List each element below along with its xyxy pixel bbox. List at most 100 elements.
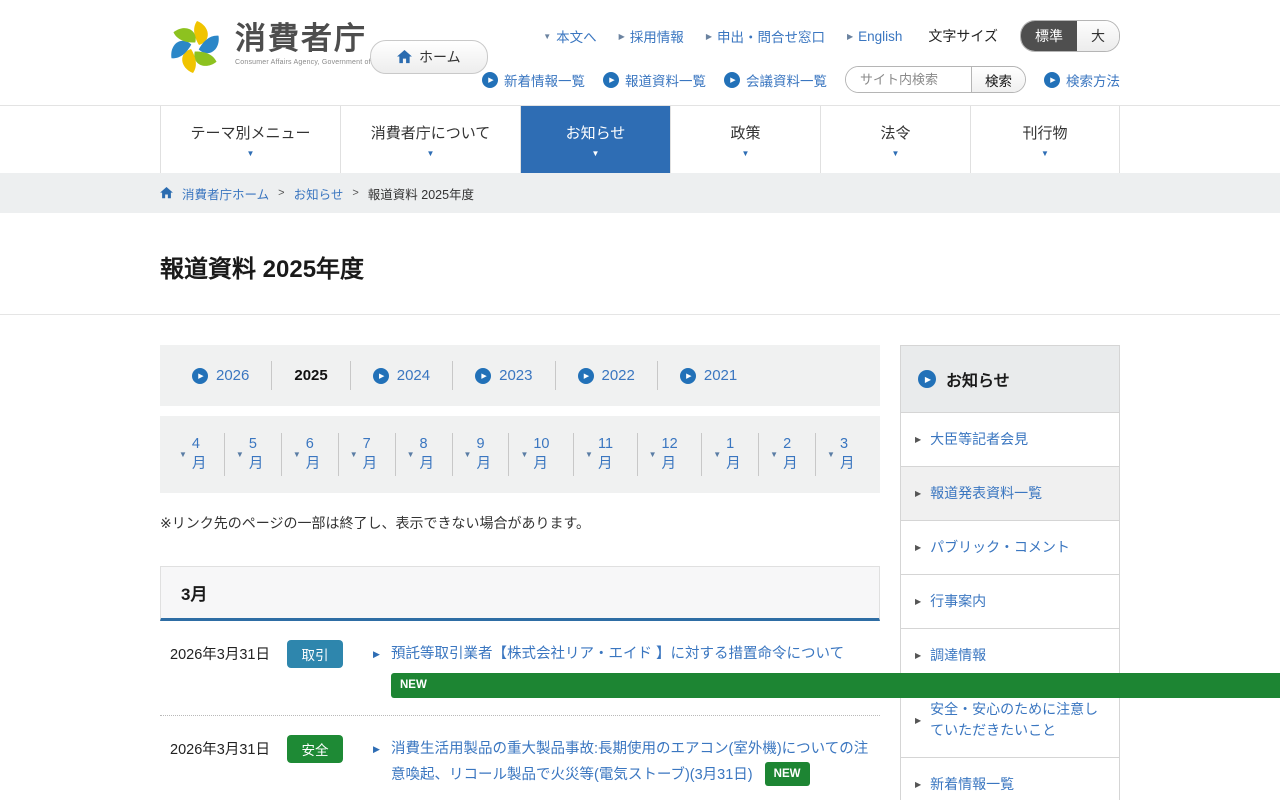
chevron-down-icon: ▼ [892,149,900,158]
triangle-down-icon: ▼ [520,450,528,459]
breadcrumb-news-link[interactable]: お知らせ [294,184,344,203]
month-link-4[interactable]: ▼4月 [168,433,224,476]
article-date: 2026年3月31日 [170,735,287,789]
year-tab-2022[interactable]: ▶ 2022 [555,361,657,390]
year-tab-2025-current: 2025 [271,361,349,390]
contact-link[interactable]: ▶ 申出・問合せ窓口 [706,26,825,46]
sidebar-item-press-release-list[interactable]: ▶ 報道発表資料一覧 [901,466,1119,520]
nav-publications[interactable]: 刊行物 ▼ [970,106,1120,173]
triangle-down-icon: ▼ [649,450,657,459]
triangle-down-icon: ▼ [543,32,551,41]
utility-nav: ▼ 本文へ ▶ 採用情報 ▶ 申出・問合せ窓口 ▶ English 文字サイズ … [543,20,1120,52]
sidebar-item-whats-new[interactable]: ▶ 新着情報一覧 [901,757,1119,800]
play-circle-icon: ▶ [603,72,619,88]
english-link[interactable]: ▶ English [847,29,902,44]
triangle-right-icon: ▶ [373,742,380,758]
divider [0,314,1280,315]
play-circle-icon: ▶ [724,72,740,88]
play-circle-icon: ▶ [482,72,498,88]
play-circle-icon: ▶ [918,370,936,388]
triangle-down-icon: ▼ [713,450,721,459]
chevron-down-icon: ▼ [427,149,435,158]
meeting-materials-list-link[interactable]: ▶ 会議資料一覧 [724,70,827,90]
month-link-5[interactable]: ▼5月 [224,433,281,476]
month-link-10[interactable]: ▼10月 [508,433,573,476]
sidebar-item-public-comment[interactable]: ▶ パブリック・コメント [901,520,1119,574]
month-link-2[interactable]: ▼2月 [758,433,815,476]
play-circle-icon: ▶ [373,368,389,384]
site-search: 検索 [845,66,1026,93]
category-badge-transaction: 取引 [287,640,343,668]
triangle-down-icon: ▼ [464,450,472,459]
article-date: 2026年3月31日 [170,640,287,698]
recruit-link[interactable]: ▶ 採用情報 [619,26,684,46]
breadcrumb-home-link[interactable]: 消費者庁ホーム [182,184,269,203]
agency-logo[interactable]: 消費者庁 Consumer Affairs Agency, Government… [165,16,393,78]
page-title: 報道資料 2025年度 [160,249,1120,284]
skip-to-content-link[interactable]: ▼ 本文へ [543,26,596,46]
month-link-9[interactable]: ▼9月 [452,433,509,476]
nav-news[interactable]: お知らせ ▼ [520,106,670,173]
agency-name: 消費者庁 [235,22,393,56]
triangle-down-icon: ▼ [179,450,187,459]
triangle-right-icon: ▶ [619,32,625,41]
month-link-12[interactable]: ▼12月 [637,433,702,476]
font-size-normal-button[interactable]: 標準 [1021,21,1077,51]
news-sidebar: ▶ お知らせ ▶ 大臣等記者会見 ▶ 報道発表資料一覧 ▶ パブリック・コメント… [900,345,1120,800]
font-size-label: 文字サイズ [928,26,998,46]
month-link-7[interactable]: ▼7月 [338,433,395,476]
play-circle-icon: ▶ [1044,72,1060,88]
triangle-right-icon: ▶ [915,489,921,498]
whats-new-list-link[interactable]: ▶ 新着情報一覧 [482,70,585,90]
year-tabs: ▶ 2026 2025 ▶ 2024 ▶ 2023 ▶ 2022 ▶ 2021 [160,345,880,406]
press-release-list-link[interactable]: ▶ 報道資料一覧 [603,70,706,90]
search-button[interactable]: 検索 [971,67,1025,92]
disclaimer-note: ※リンク先のページの一部は終了し、表示できない場合があります。 [160,513,880,533]
month-link-11[interactable]: ▼11月 [573,433,637,476]
category-badge-safety: 安全 [287,735,343,763]
triangle-right-icon: ▶ [706,32,712,41]
new-badge: NEW [391,673,1280,697]
chevron-down-icon: ▼ [742,149,750,158]
home-icon [397,50,412,64]
home-icon [160,187,173,199]
year-tab-2026[interactable]: ▶ 2026 [170,361,271,390]
article-body: ▶ 消費生活用製品の重大製品事故:長期使用のエアコン(室外機)についての注意喚起… [371,735,870,789]
site-header: 消費者庁 Consumer Affairs Agency, Government… [0,0,1280,105]
nav-about-caa[interactable]: 消費者庁について ▼ [340,106,520,173]
triangle-right-icon: ▶ [915,543,921,552]
triangle-down-icon: ▼ [236,450,244,459]
triangle-right-icon: ▶ [847,32,853,41]
year-tab-2021[interactable]: ▶ 2021 [657,361,759,390]
sidebar-item-press-conference[interactable]: ▶ 大臣等記者会見 [901,412,1119,466]
chevron-down-icon: ▼ [247,149,255,158]
month-links: ▼4月 ▼5月 ▼6月 ▼7月 ▼8月 ▼9月 ▼10月 ▼11月 ▼12月 ▼… [160,416,880,493]
month-link-3[interactable]: ▼3月 [815,433,872,476]
month-link-6[interactable]: ▼6月 [281,433,338,476]
new-badge: NEW [765,762,810,786]
search-input[interactable] [846,67,971,92]
year-tab-2024[interactable]: ▶ 2024 [350,361,452,390]
pinwheel-logo-icon [165,16,225,78]
triangle-right-icon: ▶ [915,435,921,444]
font-size-large-button[interactable]: 大 [1077,21,1119,51]
sidebar-item-events[interactable]: ▶ 行事案内 [901,574,1119,628]
play-circle-icon: ▶ [578,368,594,384]
nav-policy[interactable]: 政策 ▼ [670,106,820,173]
breadcrumb-bar: 消費者庁ホーム > お知らせ > 報道資料 2025年度 [0,173,1280,213]
home-button[interactable]: ホーム [370,40,488,74]
month-link-1[interactable]: ▼1月 [701,433,758,476]
month-link-8[interactable]: ▼8月 [395,433,452,476]
search-help-link[interactable]: ▶ 検索方法 [1044,70,1120,90]
nav-theme-menu[interactable]: テーマ別メニュー ▼ [160,106,340,173]
sidebar-title: お知らせ [946,367,1010,391]
article-link[interactable]: 預託等取引業者【株式会社リア・エイド 】に対する措置命令について [391,646,844,662]
triangle-down-icon: ▼ [770,450,778,459]
triangle-right-icon: ▶ [915,716,921,725]
breadcrumb-current: 報道資料 2025年度 [368,184,474,203]
play-circle-icon: ▶ [475,368,491,384]
triangle-down-icon: ▼ [293,450,301,459]
nav-laws[interactable]: 法令 ▼ [820,106,970,173]
triangle-down-icon: ▼ [585,450,593,459]
year-tab-2023[interactable]: ▶ 2023 [452,361,554,390]
